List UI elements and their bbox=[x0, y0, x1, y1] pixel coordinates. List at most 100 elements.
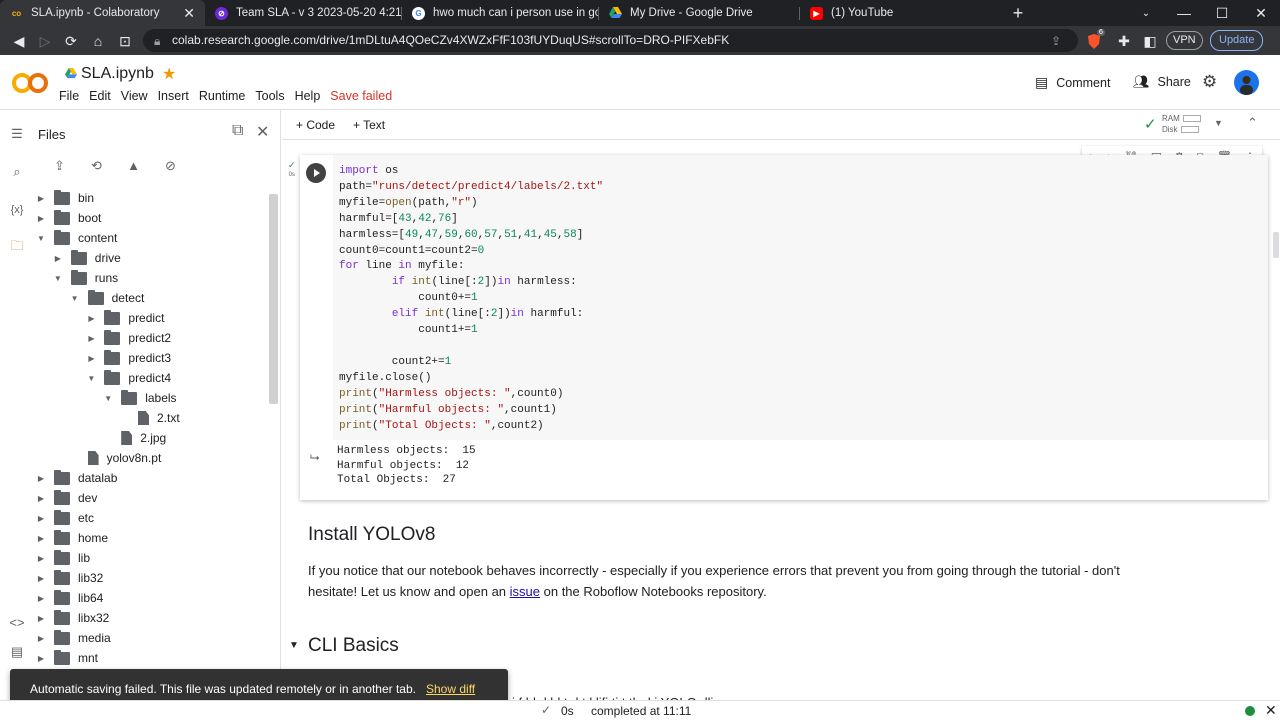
command-palette-icon[interactable]: ▤ bbox=[7, 642, 27, 662]
window-close-icon[interactable]: ✕ bbox=[1242, 0, 1280, 26]
tree-folder[interactable]: ▶ lib32 bbox=[36, 568, 103, 588]
upload-file-icon[interactable]: ⇪ bbox=[50, 156, 69, 175]
tree-folder[interactable]: ▶ media bbox=[36, 628, 111, 648]
menu-view[interactable]: View bbox=[121, 89, 148, 103]
tree-folder[interactable]: ▼ content bbox=[36, 228, 117, 248]
close-panel-icon[interactable]: ✕ bbox=[256, 122, 269, 142]
save-status[interactable]: Save failed bbox=[330, 89, 392, 103]
browser-tab-google[interactable]: G hwo much can i person use in google bbox=[402, 0, 598, 26]
settings-button[interactable]: ⚙ bbox=[1202, 72, 1217, 92]
menu-file[interactable]: File bbox=[59, 89, 79, 103]
tree-folder[interactable]: ▶ home bbox=[36, 528, 108, 548]
tree-folder[interactable]: ▶ predict bbox=[86, 308, 164, 328]
add-text-button[interactable]: + Text bbox=[353, 118, 385, 132]
code-text[interactable]: import os path="runs/detect/predict4/lab… bbox=[339, 164, 603, 434]
close-icon[interactable]: ✕ bbox=[1265, 702, 1277, 719]
folder-icon[interactable]: 🗀︎ bbox=[7, 238, 27, 258]
tree-folder[interactable]: ▶ etc bbox=[36, 508, 94, 528]
caret-right-icon[interactable]: ▶ bbox=[36, 194, 46, 203]
caret-right-icon[interactable]: ▶ bbox=[86, 334, 96, 343]
run-cell-button[interactable] bbox=[306, 163, 326, 183]
caret-down-icon[interactable]: ▼ bbox=[36, 234, 46, 243]
caret-right-icon[interactable]: ▶ bbox=[36, 534, 46, 543]
tree-folder[interactable]: ▶ mnt bbox=[36, 648, 98, 668]
avatar[interactable] bbox=[1234, 70, 1259, 95]
tree-folder[interactable]: ▼ runs bbox=[53, 268, 118, 288]
resource-monitor[interactable]: RAM Disk bbox=[1162, 113, 1201, 135]
tree-folder[interactable]: ▶ boot bbox=[36, 208, 101, 228]
tree-file[interactable]: 2.jpg bbox=[103, 428, 166, 448]
add-code-button[interactable]: + Code bbox=[296, 118, 335, 132]
star-icon[interactable]: ★ bbox=[162, 64, 176, 84]
caret-right-icon[interactable]: ▶ bbox=[36, 554, 46, 563]
back-icon[interactable]: ◀ bbox=[9, 31, 29, 51]
tree-folder[interactable]: ▶ lib bbox=[36, 548, 90, 568]
home-icon[interactable]: ⌂ bbox=[88, 31, 108, 51]
show-diff-button[interactable]: Show diff bbox=[426, 682, 475, 696]
tree-folder[interactable]: ▼ detect bbox=[70, 288, 144, 308]
browser-tab-youtube[interactable]: ▶ (1) YouTube bbox=[800, 0, 1000, 26]
code-editor[interactable]: import os path="runs/detect/predict4/lab… bbox=[333, 155, 1268, 440]
notebook-scrollbar[interactable] bbox=[1273, 232, 1279, 258]
caret-right-icon[interactable]: ▶ bbox=[36, 594, 46, 603]
tree-file[interactable]: yolov8n.pt bbox=[70, 448, 161, 468]
sidebar-icon[interactable]: ◧ bbox=[1140, 31, 1160, 51]
caret-right-icon[interactable]: ▶ bbox=[36, 614, 46, 623]
caret-down-icon[interactable]: ▼ bbox=[53, 274, 63, 283]
refresh-folder-icon[interactable]: ⟲ bbox=[87, 156, 106, 175]
tree-folder[interactable]: ▼ labels bbox=[103, 388, 177, 408]
brave-shield-icon[interactable]: 6 bbox=[1084, 29, 1105, 51]
new-tab-button[interactable]: + bbox=[999, 0, 1037, 26]
bookmark-icon[interactable]: ⊡ bbox=[115, 31, 135, 51]
share-button[interactable]: 👥︎ Share bbox=[1133, 74, 1191, 90]
menu-tools[interactable]: Tools bbox=[255, 89, 284, 103]
output-icon[interactable]: ⮡ bbox=[310, 450, 324, 464]
caret-right-icon[interactable]: ▶ bbox=[36, 654, 46, 663]
reload-icon[interactable]: ⟳ bbox=[61, 31, 81, 51]
forward-icon[interactable]: ▷ bbox=[35, 31, 55, 51]
tree-folder[interactable]: ▶ predict2 bbox=[86, 328, 171, 348]
vpn-button[interactable]: VPN bbox=[1166, 31, 1203, 50]
caret-right-icon[interactable]: ▶ bbox=[36, 494, 46, 503]
caret-right-icon[interactable]: ▶ bbox=[86, 354, 96, 363]
variables-icon[interactable]: {x} bbox=[7, 200, 27, 220]
caret-right-icon[interactable]: ▶ bbox=[36, 214, 46, 223]
table-of-contents-icon[interactable]: ☰ bbox=[7, 124, 27, 144]
menu-runtime[interactable]: Runtime bbox=[199, 89, 246, 103]
caret-right-icon[interactable]: ▶ bbox=[86, 314, 96, 323]
tree-folder[interactable]: ▶ datalab bbox=[36, 468, 117, 488]
update-button[interactable]: Update bbox=[1210, 30, 1264, 51]
hide-files-icon[interactable]: ⊘ bbox=[161, 156, 180, 175]
search-icon[interactable]: ⌕ bbox=[7, 162, 27, 182]
chevron-up-icon[interactable]: ⌃ bbox=[1247, 115, 1258, 131]
minimize-icon[interactable]: — bbox=[1165, 0, 1203, 26]
tree-folder[interactable]: ▼ predict4 bbox=[86, 368, 171, 388]
extensions-icon[interactable]: ✚ bbox=[1114, 31, 1134, 51]
share-page-icon[interactable]: ⇪ bbox=[1051, 34, 1061, 48]
code-cell[interactable]: ✓ 0s import os path="runs/detect/predict4… bbox=[288, 155, 1268, 500]
tree-folder[interactable]: ▶ predict3 bbox=[86, 348, 171, 368]
chevron-down-icon[interactable]: ⌄ bbox=[1127, 0, 1165, 26]
caret-right-icon[interactable]: ▶ bbox=[36, 634, 46, 643]
connection-status-icon[interactable] bbox=[1245, 706, 1255, 716]
files-scrollbar[interactable] bbox=[269, 194, 278, 404]
caret-down-icon[interactable]: ▼ bbox=[70, 294, 80, 303]
url-field[interactable]: 🔒︎ colab.research.google.com/drive/1mDLt… bbox=[143, 29, 1078, 52]
maximize-icon[interactable]: ☐ bbox=[1203, 0, 1241, 26]
chevron-down-icon[interactable]: ▼ bbox=[1214, 118, 1223, 128]
tree-folder[interactable]: ▶ bin bbox=[36, 188, 94, 208]
new-window-icon[interactable]: ⧉ bbox=[232, 122, 243, 140]
menu-insert[interactable]: Insert bbox=[158, 89, 189, 103]
issue-link[interactable]: issue bbox=[510, 584, 540, 599]
tree-folder[interactable]: ▶ lib64 bbox=[36, 588, 103, 608]
code-snippets-icon[interactable]: <> bbox=[7, 612, 27, 632]
tree-folder[interactable]: ▶ libx32 bbox=[36, 608, 109, 628]
browser-tab-colab[interactable]: co SLA.ipynb - Colaboratory ✕ bbox=[0, 0, 205, 26]
mount-drive-icon[interactable]: ▲ bbox=[124, 156, 143, 175]
menu-edit[interactable]: Edit bbox=[89, 89, 111, 103]
tree-file[interactable]: 2.txt bbox=[120, 408, 180, 428]
tree-folder[interactable]: ▶ drive bbox=[53, 248, 121, 268]
comment-button[interactable]: ▤ Comment bbox=[1035, 74, 1110, 91]
status-completed[interactable]: completed at 11:11 bbox=[591, 704, 691, 718]
caret-right-icon[interactable]: ▶ bbox=[36, 574, 46, 583]
